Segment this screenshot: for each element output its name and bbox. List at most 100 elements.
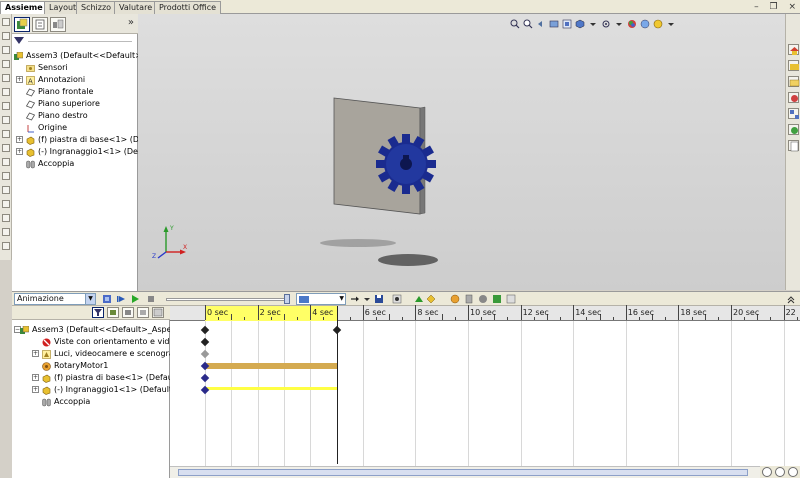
dropdown-arrow-icon[interactable] <box>588 19 598 29</box>
previous-view-icon[interactable] <box>536 19 546 29</box>
timeline-key[interactable] <box>200 337 210 347</box>
toolbar-button[interactable] <box>2 228 10 236</box>
toolbar-button[interactable] <box>2 242 10 250</box>
hide-show-items-icon[interactable] <box>601 19 611 29</box>
display-style-icon[interactable] <box>575 19 585 29</box>
spring-icon[interactable] <box>464 294 474 304</box>
filter-results-icon[interactable] <box>137 307 149 318</box>
mm-item-lights[interactable]: + Luci, videocamere e scenografie <box>32 348 184 360</box>
scrollbar-thumb[interactable] <box>178 469 748 476</box>
restore-button[interactable]: ❐ <box>770 2 778 12</box>
chevron-down-icon[interactable]: ▼ <box>85 294 95 304</box>
expand-toggle[interactable]: + <box>32 350 39 357</box>
contact-icon[interactable] <box>478 294 488 304</box>
view-settings-icon[interactable] <box>653 19 663 29</box>
model-viewport[interactable] <box>318 92 458 282</box>
toolbar-button[interactable] <box>2 46 10 54</box>
filter-selected-icon[interactable] <box>122 307 134 318</box>
timeline-track-bar[interactable] <box>205 387 337 390</box>
mm-item-accoppia[interactable]: Accoppia <box>42 396 170 408</box>
tab-prodotti-office[interactable]: Prodotti Office <box>154 1 222 14</box>
mm-item-assembly[interactable]: − Assem3 (Default<<Default>_Aspet <box>14 324 175 336</box>
play-from-start-icon[interactable] <box>116 294 126 304</box>
solidworks-resources-icon[interactable] <box>788 44 799 55</box>
filter-driving-icon[interactable] <box>107 307 119 318</box>
appearances-scenes-icon[interactable] <box>788 124 799 135</box>
search-icon[interactable] <box>788 92 799 103</box>
mm-item-piastra[interactable]: + (f) piastra di base<1> (Default<< <box>32 372 192 384</box>
toolbar-button[interactable] <box>2 74 10 82</box>
save-animation-icon[interactable] <box>374 294 384 304</box>
expand-toggle[interactable]: + <box>32 374 39 381</box>
chevron-down-icon[interactable]: ▼ <box>339 295 344 302</box>
toolbar-button[interactable] <box>2 214 10 222</box>
study-type-select[interactable]: Animazione ▼ <box>14 293 96 305</box>
view-palette-icon[interactable] <box>788 108 799 119</box>
expand-toggle[interactable]: + <box>32 386 39 393</box>
tree-item-piano-superiore[interactable]: Piano superiore <box>26 98 136 110</box>
tree-item-origine[interactable]: Origine <box>26 122 136 134</box>
tree-item-sensori[interactable]: Sensori <box>26 62 136 74</box>
toolbar-button[interactable] <box>2 18 10 26</box>
toolbar-button[interactable] <box>2 186 10 194</box>
section-view-icon[interactable] <box>549 19 559 29</box>
timeline-key[interactable] <box>200 373 210 383</box>
minimize-button[interactable]: – <box>754 2 759 12</box>
collapse-panel-button[interactable]: » <box>128 17 134 28</box>
calculate-icon[interactable] <box>102 294 112 304</box>
filter-animated-icon[interactable] <box>92 307 104 318</box>
tree-item-accoppia[interactable]: Accoppia <box>26 158 136 170</box>
play-icon[interactable] <box>130 294 140 304</box>
timeline-key[interactable] <box>200 325 210 335</box>
close-button[interactable]: × <box>788 2 796 12</box>
expand-toggle[interactable]: + <box>16 76 23 83</box>
appearance-icon[interactable] <box>627 19 637 29</box>
toolbar-button[interactable] <box>2 144 10 152</box>
stop-icon[interactable] <box>146 294 156 304</box>
timeline-ruler[interactable]: 0 sec 2 sec 4 sec 6 sec 8 sec 10 sec 12 sec 14 … <box>170 305 800 321</box>
gravity-icon[interactable] <box>492 294 502 304</box>
tree-item-piano-frontale[interactable]: Piano frontale <box>26 86 136 98</box>
tree-item-annotazioni[interactable]: + A Annotazioni <box>16 74 136 86</box>
tab-valutare[interactable]: Valutare <box>114 1 158 14</box>
toolbar-button[interactable] <box>2 88 10 96</box>
tab-schizzo[interactable]: Schizzo <box>76 1 117 14</box>
toolbar-button[interactable] <box>2 60 10 68</box>
expand-toggle[interactable]: + <box>16 148 23 155</box>
current-time-bar[interactable] <box>336 306 338 464</box>
autokey-icon[interactable] <box>414 294 424 304</box>
mm-item-rotary-motor[interactable]: RotaryMotor1 <box>42 360 170 372</box>
expand-all-icon[interactable] <box>152 307 164 318</box>
feature-filter[interactable] <box>14 36 136 48</box>
tab-feature-tree[interactable] <box>14 17 30 32</box>
expand-toggle[interactable]: + <box>16 136 23 143</box>
zoom-to-fit-icon[interactable] <box>762 467 772 477</box>
collapse-motion-manager-icon[interactable] <box>786 294 796 304</box>
motor-icon[interactable] <box>450 294 460 304</box>
toolbar-button[interactable] <box>2 200 10 208</box>
tree-item-ingranaggio[interactable]: + (-) Ingranaggio1<1> (Defau <box>16 146 151 158</box>
tree-item-assembly[interactable]: Assem3 (Default<<Default>_A <box>14 50 151 62</box>
animation-timeline[interactable]: 0 sec 2 sec 4 sec 6 sec 8 sec 10 sec 12 sec 14 … <box>170 305 800 478</box>
zoom-in-icon[interactable] <box>775 467 785 477</box>
timeline-key[interactable] <box>200 349 210 359</box>
zoom-area-icon[interactable] <box>523 19 533 29</box>
playback-speed-select[interactable]: ▼ <box>296 293 346 305</box>
timeline-track-bar[interactable] <box>205 363 337 369</box>
timeline-horizontal-scrollbar[interactable] <box>170 466 760 478</box>
custom-properties-icon[interactable] <box>788 140 799 152</box>
playback-mode-icon[interactable] <box>350 294 360 304</box>
add-update-key-icon[interactable] <box>426 294 436 304</box>
graphics-area[interactable]: Y X Z <box>138 14 785 290</box>
results-plots-icon[interactable] <box>506 294 516 304</box>
animation-wizard-icon[interactable] <box>392 294 402 304</box>
dropdown-arrow-icon[interactable] <box>614 19 624 29</box>
toolbar-button[interactable] <box>2 158 10 166</box>
tree-item-piano-destro[interactable]: Piano destro <box>26 110 136 122</box>
mm-item-ingranaggio[interactable]: + (-) Ingranaggio1<1> (Default<< <box>32 384 186 396</box>
playback-slider-thumb[interactable] <box>284 294 290 304</box>
playback-slider-track[interactable] <box>166 298 290 301</box>
view-orientation-icon[interactable] <box>562 19 572 29</box>
design-library-icon[interactable] <box>788 60 799 71</box>
tree-item-piastra[interactable]: + (f) piastra di base<1> (Defa <box>16 134 152 146</box>
